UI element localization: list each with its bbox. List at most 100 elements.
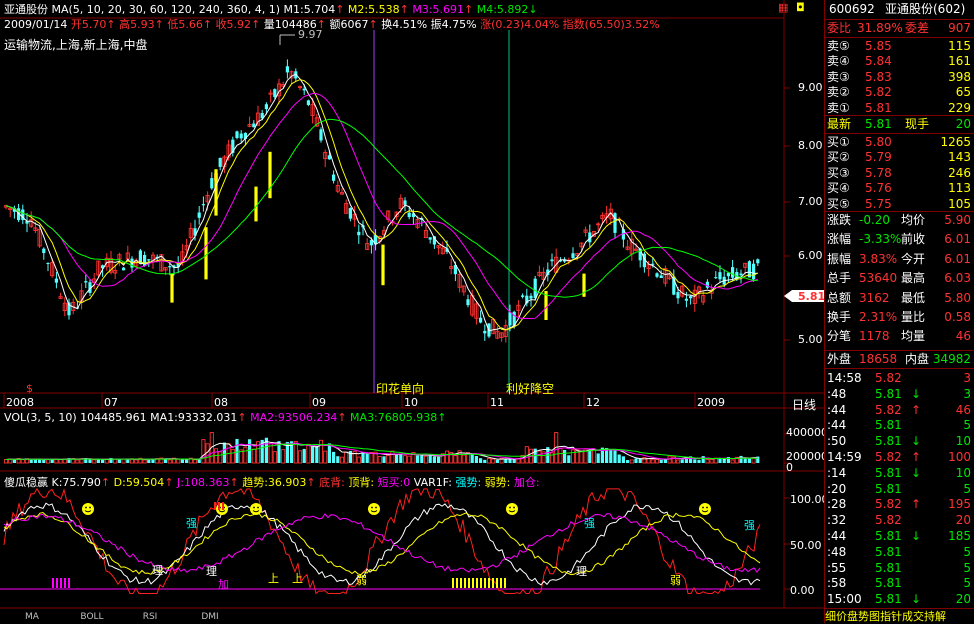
volume-bar bbox=[377, 456, 382, 464]
candle-body bbox=[319, 129, 323, 141]
volume-bar bbox=[45, 459, 51, 464]
candle-body bbox=[239, 133, 243, 139]
vol-ma2: MA2:93506.234 bbox=[250, 411, 338, 424]
ind-d: D:59.504 bbox=[113, 476, 165, 489]
volume-bar bbox=[596, 453, 600, 463]
volume-bar bbox=[113, 458, 118, 464]
volume-bar bbox=[185, 459, 189, 463]
price-axis-label: 7.00 bbox=[798, 195, 823, 208]
volume-bar bbox=[369, 452, 374, 464]
candle-body bbox=[479, 317, 483, 323]
ind-add: 加仓: bbox=[513, 476, 540, 489]
stat-row: 涨跌 -0.20 均价 5.90 bbox=[827, 213, 971, 227]
tab-rsi[interactable]: RSI bbox=[130, 611, 170, 623]
m-marker-stroke bbox=[218, 502, 220, 510]
candle-body bbox=[676, 292, 680, 299]
volume-bar bbox=[537, 450, 542, 464]
volume-bar bbox=[3, 459, 9, 464]
indicator-mark: 弱 bbox=[356, 574, 367, 587]
ask-level: 卖⑤ 5.85 115 bbox=[827, 39, 971, 53]
quote-panel: 600692 亚通股份(602) 委比 31.89% 委差 907 卖⑤ 5.85… bbox=[824, 0, 974, 624]
tab-dmi[interactable]: DMI bbox=[190, 611, 230, 623]
short-buy-stripe bbox=[496, 578, 498, 588]
candle-body bbox=[54, 278, 58, 283]
period-label[interactable]: 日线 bbox=[792, 396, 816, 413]
candle-body bbox=[357, 231, 361, 236]
candle-body bbox=[756, 259, 760, 264]
candle-body bbox=[197, 212, 201, 218]
indicator-mark: 加 bbox=[218, 578, 229, 591]
volume-bar bbox=[121, 458, 126, 464]
candle-body bbox=[659, 275, 663, 279]
volume-bar bbox=[563, 449, 567, 463]
volume-bar bbox=[659, 459, 663, 463]
smiley-face bbox=[699, 503, 711, 515]
candle-body bbox=[285, 66, 289, 73]
volume-bar bbox=[134, 459, 139, 464]
short-buy-stripe bbox=[480, 578, 482, 588]
quote-footer-tabs[interactable]: 细价盘势图指针成交持解 bbox=[825, 608, 974, 624]
chart-svg[interactable] bbox=[0, 0, 824, 623]
volume-axis-label: 400000 bbox=[786, 426, 828, 439]
date-axis-label: 09 bbox=[312, 396, 326, 409]
tab-ma[interactable]: MA bbox=[12, 611, 52, 623]
candle-body bbox=[550, 259, 554, 262]
volume-bar bbox=[230, 448, 235, 464]
short-buy-stripe bbox=[484, 578, 486, 588]
smiley-face bbox=[82, 503, 94, 515]
volume-bar bbox=[650, 459, 655, 464]
tick-row: :14 5.81 ↓ 10 bbox=[827, 465, 971, 480]
volume-bar bbox=[281, 449, 286, 464]
volume-bar bbox=[675, 459, 681, 464]
tick-row: :48 5.81 5 bbox=[827, 544, 971, 559]
order-diff: 907 bbox=[948, 21, 971, 35]
indicator-mark: 上 bbox=[268, 572, 279, 585]
volume-bar bbox=[58, 459, 63, 464]
candle-body bbox=[483, 330, 487, 334]
volume-bar bbox=[167, 459, 172, 464]
volume-bar bbox=[626, 460, 630, 463]
short-buy-stripe bbox=[468, 578, 470, 588]
bid-level: 买① 5.80 1265 bbox=[827, 135, 971, 149]
stat-row: 换手 2.31% 量比 0.58 bbox=[827, 310, 971, 324]
volume-bar bbox=[248, 439, 252, 463]
smiley-eye bbox=[89, 506, 91, 509]
bid-level: 买④ 5.76 113 bbox=[827, 181, 971, 196]
tick-row: :58 5.81 5 bbox=[827, 576, 971, 591]
chart-area[interactable]: 亚通股份 MA(5, 10, 20, 30, 60, 120, 240, 360… bbox=[0, 0, 829, 623]
tab-boll[interactable]: BOLL bbox=[72, 611, 112, 623]
tick-row: :50 5.81 ↓ 10 bbox=[827, 434, 971, 449]
smiley-icon bbox=[506, 503, 518, 515]
short-buy-stripe bbox=[452, 578, 454, 588]
short-buy-stripe bbox=[68, 578, 70, 588]
smiley-eye bbox=[371, 506, 373, 509]
volume-bar bbox=[705, 459, 710, 464]
candle-body bbox=[571, 253, 575, 259]
ma-line bbox=[5, 73, 758, 332]
volume-bar bbox=[96, 459, 100, 463]
short-buy-stripe bbox=[472, 578, 474, 588]
volume-bar bbox=[453, 455, 458, 464]
volume-bar bbox=[402, 455, 408, 464]
volume-bar bbox=[495, 459, 499, 463]
volume-bar bbox=[176, 458, 181, 464]
indicator-mark: 强 bbox=[584, 517, 595, 530]
smiley-eye bbox=[375, 506, 377, 509]
bid-level: 买② 5.79 143 bbox=[827, 150, 971, 165]
volume-bar bbox=[709, 458, 714, 464]
stat-row: 总额 3162 最低 5.80 bbox=[827, 290, 971, 305]
price-axis-label: 5.00 bbox=[798, 333, 823, 346]
smiley-eye bbox=[509, 506, 511, 509]
indicator-axis-label: 0.00 bbox=[790, 584, 815, 597]
volume-bar bbox=[142, 459, 147, 464]
ind-weak: 弱势: bbox=[484, 476, 511, 489]
ind-name: 傻瓜稳赢 bbox=[4, 476, 48, 489]
volume-bar bbox=[332, 451, 336, 463]
volume-bar bbox=[701, 456, 705, 463]
highlight-bar bbox=[381, 244, 385, 286]
stat-row: 涨幅 -3.33% 前收 6.01 bbox=[827, 232, 971, 247]
tick-row: 14:59 5.82 ↑ 100 bbox=[827, 450, 971, 464]
candle-body bbox=[42, 248, 46, 254]
indicator-mark: 强 bbox=[744, 519, 755, 532]
vol-ma3: MA3:76805.938 bbox=[350, 411, 438, 424]
